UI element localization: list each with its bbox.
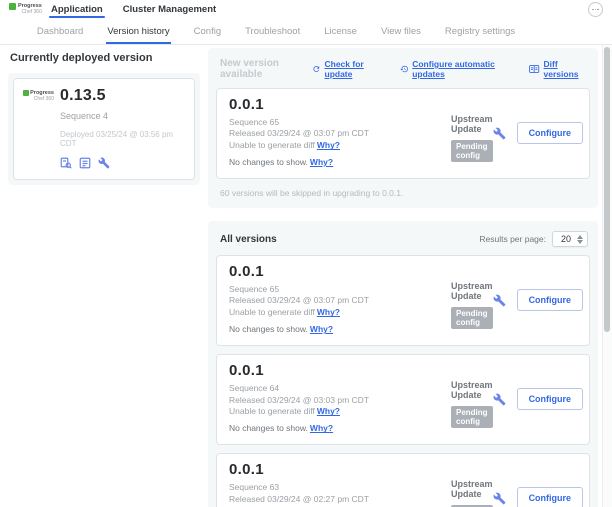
version-released: Released 03/29/24 @ 03:07 pm CDT: [229, 128, 451, 140]
status-badge: Pending config: [451, 406, 493, 428]
version-released: Released 03/29/24 @ 02:27 pm CDT: [229, 494, 451, 506]
new-version-title: New version available: [220, 58, 312, 80]
brand-logo-icon: [9, 3, 16, 10]
edit-config-wrench-icon[interactable]: [493, 127, 506, 140]
version-released: Released 03/29/24 @ 03:07 pm CDT: [229, 295, 451, 307]
deployed-version-card: Progress Chef 360 0.13.5 Sequence 4 Depl…: [13, 78, 195, 180]
results-per-page-select[interactable]: 20: [552, 231, 588, 247]
unable-diff-line: Unable to generate diffWhy?: [229, 307, 451, 319]
subnav-item-config[interactable]: Config: [194, 19, 221, 44]
configure-button[interactable]: Configure: [517, 289, 584, 311]
all-versions-title: All versions: [220, 234, 277, 245]
diff-versions-label: Diff versions: [544, 59, 588, 79]
brand-subname: Chef 360: [18, 10, 42, 15]
currently-deployed-section: Currently deployed version Progress Chef…: [8, 52, 200, 185]
top-nav: Application Cluster Management: [51, 0, 216, 19]
no-changes-line: No changes to show.Why?: [229, 423, 451, 435]
version-sequence: Sequence 64: [229, 383, 451, 395]
history-clock-icon: [400, 64, 409, 74]
currently-deployed-title: Currently deployed version: [10, 52, 200, 64]
version-sequence: Sequence 63: [229, 482, 451, 494]
edit-config-wrench-icon[interactable]: [493, 294, 506, 307]
no-changes-line: No changes to show.Why?: [229, 157, 451, 169]
configure-button[interactable]: Configure: [517, 487, 584, 507]
version-source-type: Upstream Update: [451, 281, 493, 301]
version-number: 0.0.1: [229, 264, 451, 281]
results-per-page-label: Results per page:: [479, 234, 546, 244]
deployed-version-number: 0.13.5: [60, 88, 184, 104]
tab-cluster-management[interactable]: Cluster Management: [123, 0, 216, 19]
check-for-update-link[interactable]: Check for update: [312, 59, 385, 79]
subnav-item-registry-settings[interactable]: Registry settings: [445, 19, 515, 44]
edit-config-wrench-icon[interactable]: [98, 157, 110, 169]
no-changes-line: No changes to show.Why?: [229, 324, 451, 336]
tab-application[interactable]: Application: [51, 0, 103, 19]
subnav-item-troubleshoot[interactable]: Troubleshoot: [245, 19, 300, 44]
app-logo-subname: Chef 360: [34, 96, 54, 102]
deployed-panel: Progress Chef 360 0.13.5 Sequence 4 Depl…: [8, 73, 200, 185]
configure-automatic-updates-link[interactable]: Configure automatic updates: [400, 59, 515, 79]
stepper-icon: [577, 235, 583, 244]
edit-config-wrench-icon[interactable]: [493, 393, 506, 406]
why-link[interactable]: Why?: [310, 157, 333, 167]
version-number: 0.0.1: [229, 97, 451, 114]
version-released: Released 03/29/24 @ 03:03 pm CDT: [229, 395, 451, 407]
version-history-main: New version available Check for update C…: [208, 48, 598, 507]
admin-console-page: Progress Chef 360 Application Cluster Ma…: [0, 0, 612, 507]
deployed-timestamp: Deployed 03/25/24 @ 03:56 pm CDT: [60, 130, 184, 148]
deployed-sequence: Sequence 4: [60, 111, 184, 121]
configure-automatic-updates-label: Configure automatic updates: [412, 59, 514, 79]
new-version-panel: New version available Check for update C…: [208, 48, 598, 208]
ellipsis-menu-icon[interactable]: [588, 2, 603, 17]
all-versions-panel: All versions Results per page: 20 0.0.1 …: [208, 221, 598, 507]
app-logo-icon: [23, 90, 29, 96]
version-source-type: Upstream Update: [451, 479, 493, 499]
why-link[interactable]: Why?: [310, 423, 333, 433]
version-row: 0.0.1 Sequence 64 Released 03/29/24 @ 03…: [216, 354, 590, 445]
status-badge: Pending config: [451, 140, 493, 162]
app-logo: Progress Chef 360: [22, 88, 54, 169]
diff-panels-icon: [529, 64, 539, 74]
configure-button[interactable]: Configure: [517, 388, 584, 410]
why-link[interactable]: Why?: [317, 406, 340, 416]
check-for-update-label: Check for update: [325, 59, 385, 79]
release-notes-icon[interactable]: [79, 157, 91, 169]
subnav-item-license[interactable]: License: [324, 19, 357, 44]
version-source-type: Upstream Update: [451, 380, 493, 400]
scrollbar[interactable]: [602, 45, 612, 507]
unable-diff-line: Unable to generate diffWhy?: [229, 406, 451, 418]
version-sequence: Sequence 65: [229, 117, 451, 129]
why-link[interactable]: Why?: [317, 307, 340, 317]
top-header: Progress Chef 360 Application Cluster Ma…: [0, 0, 612, 19]
view-diff-icon[interactable]: [60, 157, 72, 169]
new-version-row: 0.0.1 Sequence 65 Released 03/29/24 @ 03…: [216, 88, 590, 179]
version-row: 0.0.1 Sequence 65 Released 03/29/24 @ 03…: [216, 255, 590, 346]
version-sequence: Sequence 65: [229, 284, 451, 296]
refresh-icon: [312, 64, 321, 74]
subnav-item-version-history[interactable]: Version history: [107, 19, 169, 44]
app-subnav: Dashboard Version history Config Trouble…: [0, 19, 612, 45]
why-link[interactable]: Why?: [317, 140, 340, 150]
diff-versions-link[interactable]: Diff versions: [529, 59, 588, 79]
version-number: 0.0.1: [229, 462, 451, 479]
results-per-page-value: 20: [561, 234, 571, 244]
scrollbar-thumb[interactable]: [604, 47, 610, 332]
configure-button[interactable]: Configure: [517, 122, 584, 144]
skipped-versions-note: 60 versions will be skipped in upgrading…: [220, 188, 588, 198]
why-link[interactable]: Why?: [310, 324, 333, 334]
brand-logo: Progress Chef 360: [9, 4, 45, 15]
unable-diff-line: Unable to generate diffWhy?: [229, 140, 451, 152]
version-source-type: Upstream Update: [451, 114, 493, 134]
subnav-item-dashboard[interactable]: Dashboard: [37, 19, 83, 44]
version-row: 0.0.1 Sequence 63 Released 03/29/24 @ 02…: [216, 453, 590, 507]
subnav-item-view-files[interactable]: View files: [381, 19, 421, 44]
status-badge: Pending config: [451, 307, 493, 329]
edit-config-wrench-icon[interactable]: [493, 492, 506, 505]
version-number: 0.0.1: [229, 363, 451, 380]
